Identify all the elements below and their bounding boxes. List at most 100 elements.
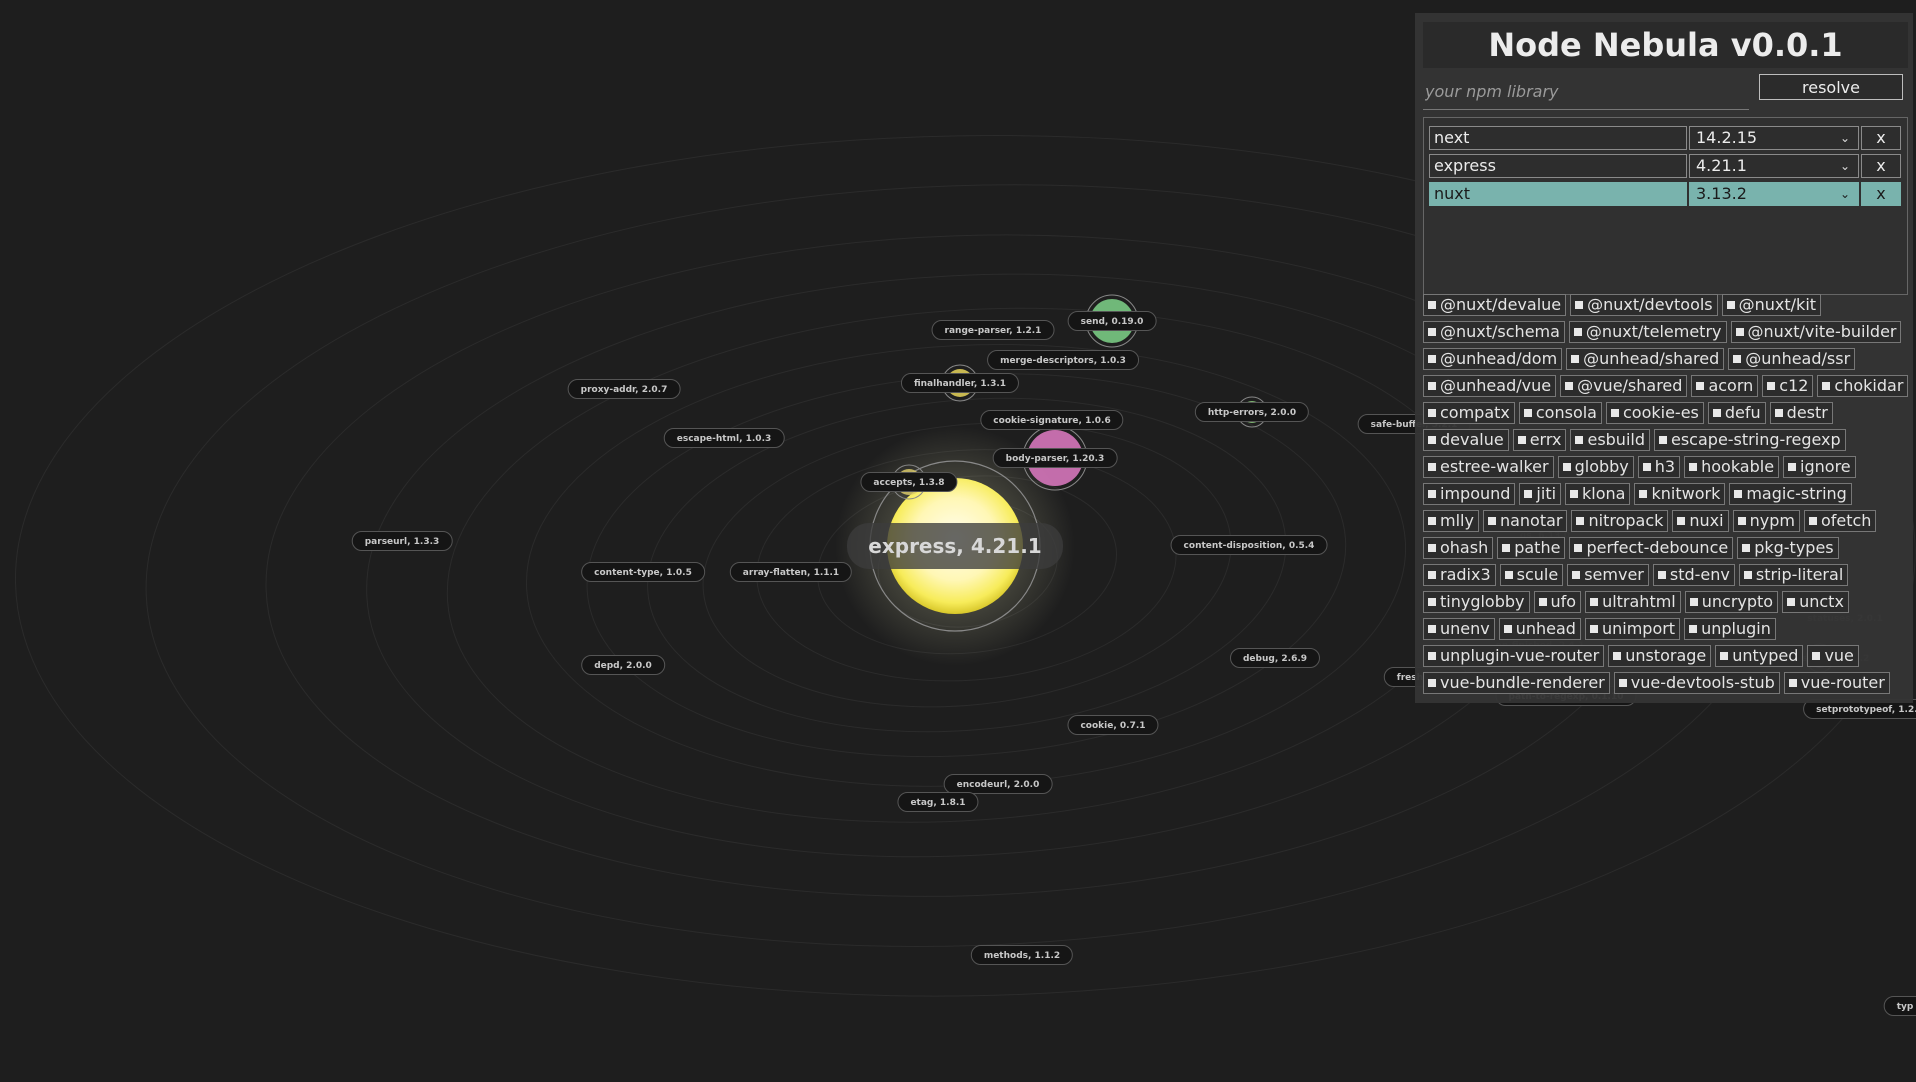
dependency-chip[interactable]: devalue — [1423, 429, 1509, 451]
dependency-node-label[interactable]: cookie-signature, 1.0.6 — [980, 410, 1124, 430]
dependency-chip[interactable]: destr — [1769, 402, 1833, 424]
dependency-chip[interactable]: klona — [1565, 483, 1631, 505]
dependency-chip[interactable]: estree-walker — [1423, 456, 1554, 478]
dependency-chip[interactable]: unctx — [1782, 591, 1849, 613]
dependency-chip[interactable]: hookable — [1684, 456, 1780, 478]
version-select[interactable]: 4.21.1 ⌄ — [1689, 154, 1859, 178]
dependency-chip[interactable]: knitwork — [1634, 483, 1726, 505]
dependency-chip[interactable]: ignore — [1783, 456, 1856, 478]
dependency-chip[interactable]: vue-bundle-renderer — [1423, 672, 1610, 694]
dependency-node-label[interactable]: escape-html, 1.0.3 — [663, 428, 785, 448]
dependency-chip[interactable]: @nuxt/schema — [1423, 321, 1565, 343]
dependency-chip[interactable]: @unhead/dom — [1423, 348, 1563, 370]
dependency-chip[interactable]: consola — [1518, 402, 1602, 424]
dependency-node-label[interactable]: typ — [1883, 996, 1916, 1016]
dependency-node-label[interactable]: methods, 1.1.2 — [970, 945, 1074, 965]
dependency-chip[interactable]: @nuxt/kit — [1721, 294, 1822, 316]
package-row[interactable]: next 14.2.15 ⌄ x — [1429, 126, 1901, 150]
dependency-node-label[interactable]: cookie, 0.7.1 — [1067, 715, 1159, 735]
dependency-chip[interactable]: ultrahtml — [1585, 591, 1681, 613]
dependency-chip[interactable]: escape-string-regexp — [1654, 429, 1846, 451]
dependency-chip[interactable]: @unhead/vue — [1423, 375, 1557, 397]
dependency-chip[interactable]: nypm — [1732, 510, 1800, 532]
dependency-chip[interactable]: ohash — [1423, 537, 1494, 559]
dependency-chip[interactable]: semver — [1567, 564, 1649, 586]
dependency-chip[interactable]: unhead — [1498, 618, 1581, 640]
dependency-chip[interactable]: @vue/shared — [1560, 375, 1688, 397]
dependency-chip[interactable]: std-env — [1652, 564, 1735, 586]
dependency-chip[interactable]: tinyglobby — [1423, 591, 1530, 613]
package-row[interactable]: express 4.21.1 ⌄ x — [1429, 154, 1901, 178]
sun-label[interactable]: express, 4.21.1 — [847, 523, 1063, 569]
dependency-node-label[interactable]: http-errors, 2.0.0 — [1194, 402, 1310, 422]
dependency-chip[interactable]: uncrypto — [1684, 591, 1779, 613]
dependency-node-label[interactable]: parseurl, 1.3.3 — [351, 531, 453, 551]
package-name[interactable]: express — [1429, 154, 1687, 178]
dependency-node-label[interactable]: encodeurl, 2.0.0 — [943, 774, 1053, 794]
dependency-chip[interactable]: mlly — [1423, 510, 1479, 532]
dependency-chip[interactable]: @nuxt/devalue — [1423, 294, 1567, 316]
dependency-node-label[interactable]: content-disposition, 0.5.4 — [1170, 535, 1328, 555]
dependency-chip[interactable]: chokidar — [1817, 375, 1909, 397]
dependency-chip[interactable]: cookie-es — [1605, 402, 1704, 424]
dependency-chip[interactable]: unplugin-vue-router — [1423, 645, 1605, 667]
dependency-chip[interactable]: nitropack — [1571, 510, 1669, 532]
dependency-chip[interactable]: globby — [1557, 456, 1634, 478]
dependency-chip[interactable]: pathe — [1497, 537, 1566, 559]
dependency-chip[interactable]: unstorage — [1608, 645, 1712, 667]
dependency-node-label[interactable]: debug, 2.6.9 — [1229, 648, 1321, 668]
dependency-node-label[interactable]: body-parser, 1.20.3 — [992, 448, 1118, 468]
dependency-node-label[interactable]: array-flatten, 1.1.1 — [729, 562, 853, 582]
dependency-chip[interactable]: pkg-types — [1737, 537, 1839, 559]
dependency-chip[interactable]: perfect-debounce — [1569, 537, 1734, 559]
dependency-node-label[interactable]: merge-descriptors, 1.0.3 — [987, 350, 1139, 370]
library-search-input[interactable] — [1423, 73, 1749, 110]
dependency-chip[interactable]: jiti — [1519, 483, 1562, 505]
dependency-chip[interactable]: magic-string — [1729, 483, 1852, 505]
dependency-chip[interactable]: acorn — [1691, 375, 1759, 397]
version-select[interactable]: 14.2.15 ⌄ — [1689, 126, 1859, 150]
dependency-node-label[interactable]: depd, 2.0.0 — [581, 655, 665, 675]
remove-package-button[interactable]: x — [1861, 126, 1901, 150]
dependency-chip[interactable]: c12 — [1762, 375, 1814, 397]
version-select[interactable]: 3.13.2 ⌄ — [1689, 182, 1859, 206]
dependency-chip[interactable]: unenv — [1423, 618, 1495, 640]
dependency-chip[interactable]: esbuild — [1570, 429, 1650, 451]
dependency-chip[interactable]: compatx — [1423, 402, 1515, 424]
dependency-node-label[interactable]: finalhandler, 1.3.1 — [900, 373, 1020, 393]
dependency-chip[interactable]: @nuxt/telemetry — [1568, 321, 1727, 343]
package-name[interactable]: nuxt — [1429, 182, 1687, 206]
dependency-chip[interactable]: h3 — [1637, 456, 1681, 478]
dependency-node-label[interactable]: etag, 1.8.1 — [897, 792, 979, 812]
dependency-node-label[interactable]: accepts, 1.3.8 — [860, 472, 958, 492]
dependency-chip[interactable]: radix3 — [1423, 564, 1496, 586]
dependency-chip[interactable]: @unhead/shared — [1566, 348, 1725, 370]
dependency-chip[interactable]: defu — [1707, 402, 1766, 424]
dependency-chip[interactable]: vue-devtools-stub — [1613, 672, 1780, 694]
dependency-chip[interactable]: errx — [1512, 429, 1567, 451]
package-name[interactable]: next — [1429, 126, 1687, 150]
resolve-button[interactable]: resolve — [1759, 74, 1903, 100]
dependency-chip[interactable]: ufo — [1533, 591, 1582, 613]
dependency-chip[interactable]: nanotar — [1482, 510, 1568, 532]
dependency-chip[interactable]: untyped — [1715, 645, 1804, 667]
dependency-chip[interactable]: unplugin — [1684, 618, 1776, 640]
dependency-chip[interactable]: @nuxt/vite-builder — [1730, 321, 1902, 343]
dependency-chip[interactable]: strip-literal — [1738, 564, 1849, 586]
dependency-node-label[interactable]: content-type, 1.0.5 — [581, 562, 705, 582]
dependency-chip[interactable]: @nuxt/devtools — [1570, 294, 1718, 316]
dependency-chip[interactable]: @unhead/ssr — [1728, 348, 1856, 370]
dependency-node-label[interactable]: send, 0.19.0 — [1067, 311, 1157, 331]
dependency-chip[interactable]: nuxi — [1672, 510, 1729, 532]
dependency-chip[interactable]: unimport — [1584, 618, 1681, 640]
dependency-chip[interactable]: impound — [1423, 483, 1516, 505]
dependency-chip[interactable]: scule — [1499, 564, 1564, 586]
dependency-node-label[interactable]: proxy-addr, 2.0.7 — [567, 379, 681, 399]
dependency-node-label[interactable]: range-parser, 1.2.1 — [931, 320, 1055, 340]
remove-package-button[interactable]: x — [1861, 182, 1901, 206]
dependency-chip[interactable]: vue — [1807, 645, 1859, 667]
remove-package-button[interactable]: x — [1861, 154, 1901, 178]
dependency-chip[interactable]: vue-router — [1783, 672, 1890, 694]
dependency-chip[interactable]: ofetch — [1803, 510, 1877, 532]
package-row-selected[interactable]: nuxt 3.13.2 ⌄ x — [1429, 182, 1901, 206]
